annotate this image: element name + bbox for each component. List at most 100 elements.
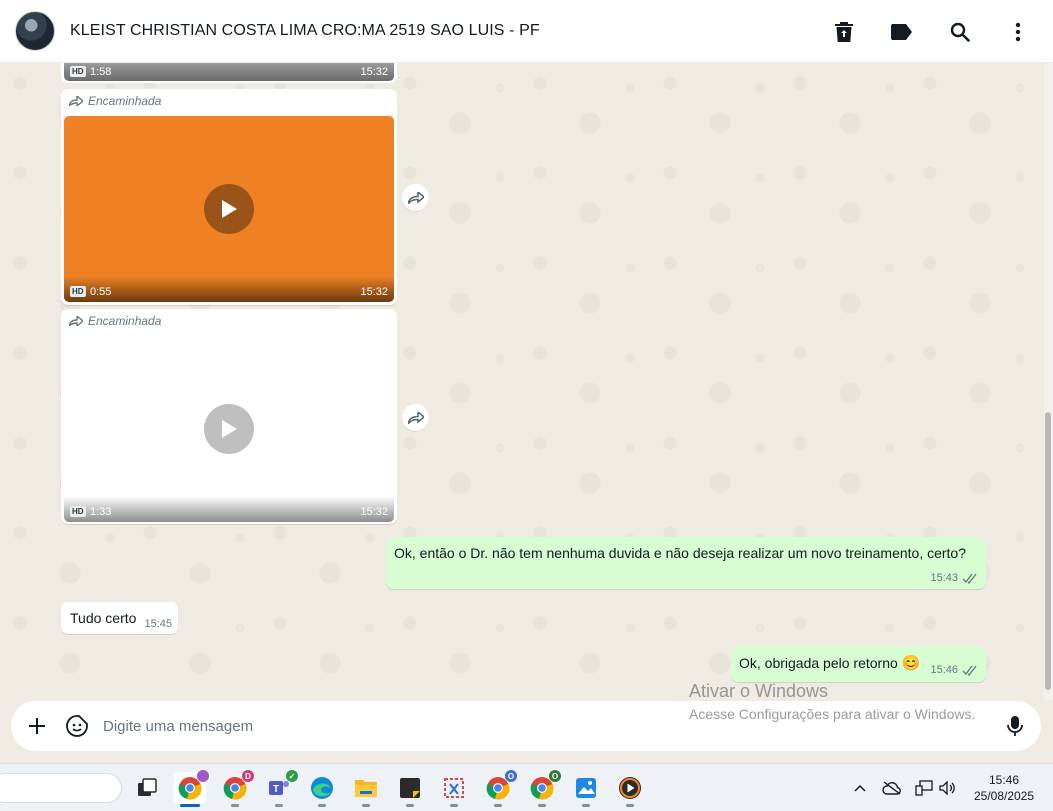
message-text: Ok, obrigada pelo retorno [739, 655, 898, 671]
play-icon [222, 200, 237, 218]
forward-icon [407, 411, 424, 424]
running-indicator [494, 804, 502, 807]
network-icon[interactable] [913, 772, 935, 804]
media-player-icon[interactable] [614, 772, 646, 807]
windows-activation-title: Ativar o Windows [689, 681, 829, 701]
outgoing-message[interactable]: Ok, então o Dr. não tem nenhuma duvida e… [386, 537, 986, 589]
message-time: 15:32 [360, 286, 388, 298]
play-button[interactable] [204, 184, 254, 234]
taskbar-chrome-profile-g[interactable]: O [526, 770, 561, 807]
forwarded-label: Encaminhada [69, 314, 161, 328]
message-meta: 15:46 [930, 664, 978, 676]
read-ticks-icon [962, 665, 977, 676]
label-icon[interactable] [885, 15, 919, 49]
running-indicator [275, 804, 283, 807]
profile-badge: O [549, 770, 561, 782]
outgoing-message[interactable]: Ok, obrigada pelo retorno 😊 15:46 [731, 646, 986, 682]
contact-avatar[interactable] [15, 11, 55, 51]
running-indicator [538, 804, 546, 807]
video-message-partial[interactable]: HD 1:58 15:32 [61, 63, 397, 83]
windows-taskbar: D T ✓ O O 15:46 25/08/2025 [0, 763, 1053, 811]
forwarded-label: Encaminhada [69, 94, 161, 108]
message-input[interactable] [103, 715, 683, 737]
running-indicator [582, 804, 590, 807]
volume-icon[interactable] [937, 772, 959, 804]
scrollbar-thumb[interactable] [1045, 412, 1051, 690]
video-thumbnail[interactable]: HD 1:33 15:32 [64, 336, 394, 522]
video-duration: 0:55 [90, 286, 112, 298]
profile-badge-icon [197, 770, 209, 782]
message-time: 15:46 [930, 664, 958, 676]
incoming-message[interactable]: Tudo certo 15:45 [61, 602, 178, 634]
video-duration: 1:58 [90, 66, 112, 78]
status-check-icon: ✓ [286, 770, 298, 782]
taskbar-clock[interactable]: 15:46 25/08/2025 [964, 772, 1044, 804]
video-footer: HD 1:58 15:32 [64, 63, 394, 81]
snipping-tool-icon[interactable] [438, 772, 470, 807]
sticky-notes-icon[interactable] [394, 772, 426, 807]
clock-time: 15:46 [988, 773, 1020, 787]
profile-badge: O [505, 770, 517, 782]
delete-icon[interactable] [827, 15, 861, 49]
sticker-emoji-icon[interactable] [64, 713, 90, 739]
forwarded-text: Encaminhada [88, 94, 162, 108]
search-icon[interactable] [943, 15, 977, 49]
video-message[interactable]: Encaminhada HD 1:33 15:32 [61, 309, 397, 524]
forward-button[interactable] [402, 184, 429, 211]
forwarded-icon [69, 316, 83, 326]
taskbar-search-box[interactable] [0, 773, 122, 803]
attach-plus-icon[interactable] [24, 713, 50, 739]
message-time: 15:45 [144, 618, 172, 630]
taskbar-chrome-profile-d[interactable]: D [219, 770, 254, 807]
profile-badge: D [242, 770, 254, 782]
header-actions [827, 0, 1035, 63]
running-indicator [362, 804, 370, 807]
message-meta: 15:43 [930, 572, 978, 584]
video-footer: HD 1:33 15:32 [64, 496, 394, 522]
file-explorer-icon[interactable] [350, 772, 382, 807]
taskbar-chrome-active[interactable] [174, 770, 209, 807]
running-indicator [626, 804, 634, 807]
chat-header: KLEIST CHRISTIAN COSTA LIMA CRO:MA 2519 … [0, 0, 1053, 63]
play-icon [222, 420, 237, 438]
smiley-emoji: 😊 [901, 655, 921, 672]
forward-icon [407, 191, 424, 204]
forwarded-icon [69, 96, 83, 106]
message-time: 15:32 [360, 66, 388, 78]
teams-icon[interactable]: T ✓ [263, 770, 298, 807]
running-indicator [406, 804, 414, 807]
more-vertical-icon[interactable] [1001, 15, 1035, 49]
running-indicator [318, 804, 326, 807]
message-text: Ok, então o Dr. não tem nenhuma duvida e… [394, 545, 967, 561]
photos-icon[interactable] [570, 772, 602, 807]
video-duration: 1:33 [90, 506, 112, 518]
active-indicator [180, 804, 200, 807]
taskbar-chrome-profile-o[interactable]: O [482, 770, 517, 807]
play-button[interactable] [204, 404, 254, 454]
contact-name[interactable]: KLEIST CHRISTIAN COSTA LIMA CRO:MA 2519 … [70, 22, 540, 40]
hd-badge: HD [70, 506, 86, 517]
hd-badge: HD [70, 286, 86, 297]
forward-button[interactable] [402, 404, 429, 431]
video-message[interactable]: Encaminhada HD 0:55 15:32 [61, 89, 397, 305]
microphone-icon[interactable] [1002, 713, 1028, 739]
video-thumbnail[interactable]: HD 0:55 15:32 [64, 116, 394, 302]
read-ticks-icon [962, 573, 977, 584]
message-text: Tudo certo [70, 610, 137, 626]
message-time: 15:43 [930, 572, 958, 584]
video-footer: HD 0:55 15:32 [64, 276, 394, 302]
forwarded-text: Encaminhada [88, 314, 162, 328]
hd-badge: HD [70, 66, 86, 77]
running-indicator [231, 804, 239, 807]
chat-scrollbar[interactable] [1044, 63, 1053, 700]
windows-activation-subtitle: Acesse Configurações para ativar o Windo… [689, 706, 976, 722]
message-content: Ok, obrigada pelo retorno 😊 [739, 654, 920, 672]
message-time: 15:32 [360, 506, 388, 518]
onedrive-offline-icon[interactable] [880, 772, 904, 804]
task-view-icon[interactable] [131, 772, 163, 804]
svg-text:T: T [273, 784, 279, 795]
show-hidden-icons-chevron-icon[interactable] [850, 772, 870, 804]
running-indicator [450, 804, 458, 807]
clock-date: 25/08/2025 [973, 789, 1035, 803]
edge-icon[interactable] [306, 772, 338, 807]
